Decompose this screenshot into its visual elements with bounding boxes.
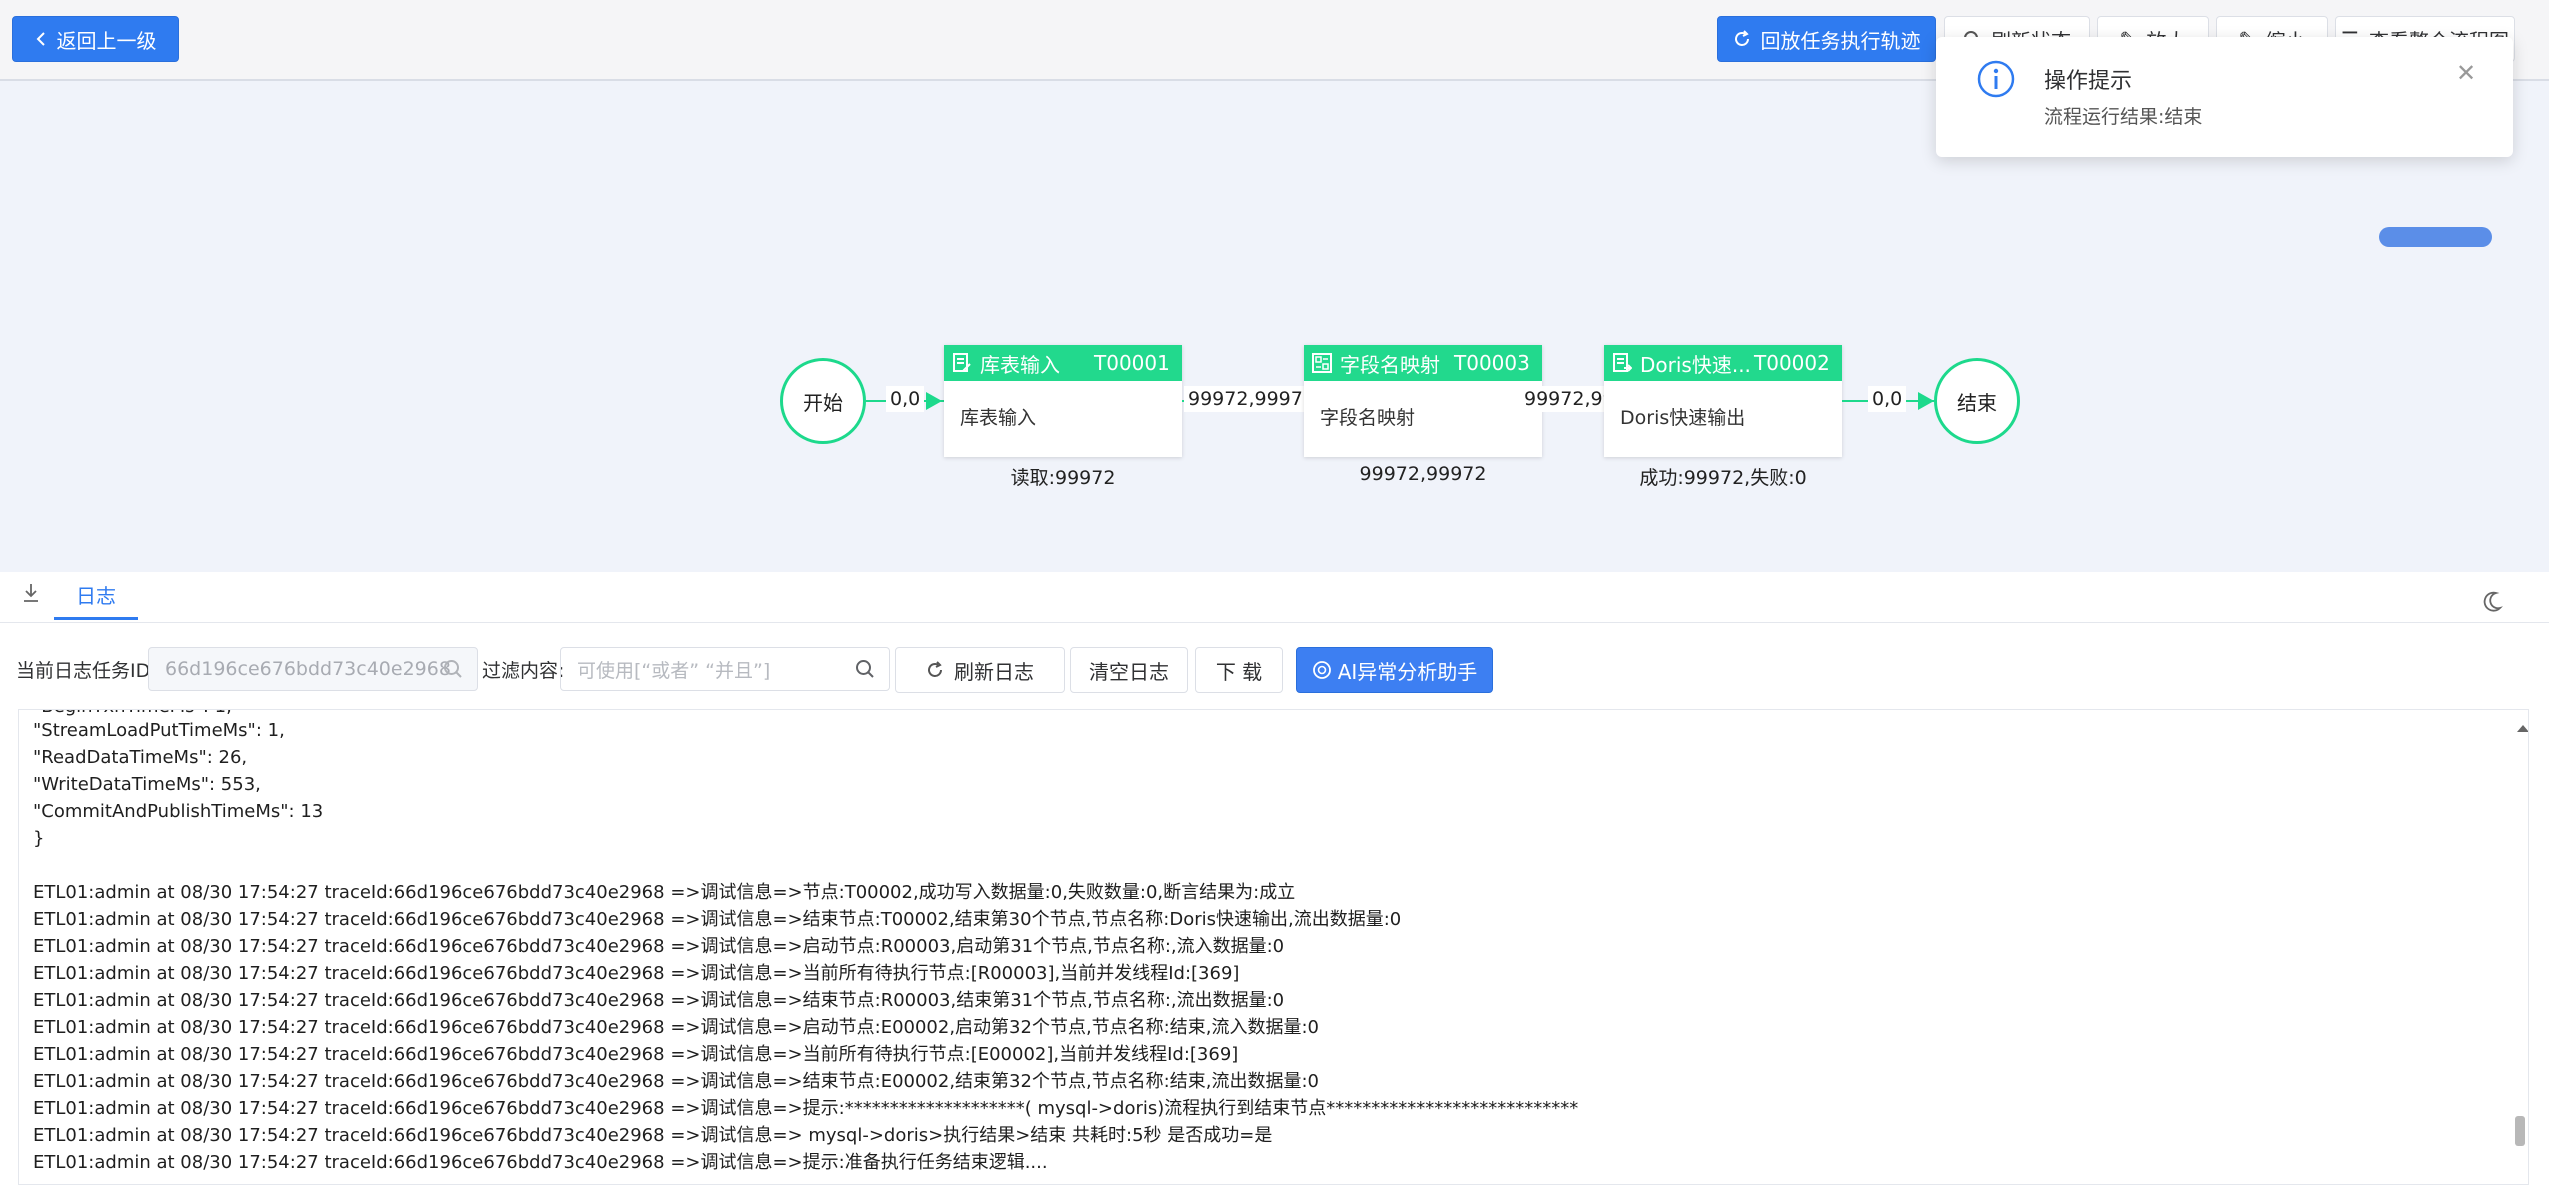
task-node-body: 字段名映射: [1320, 407, 1416, 429]
log-line: ETL01:admin at 08/30 17:54:27 traceId:66…: [33, 990, 1285, 1011]
document-output-icon: [1612, 352, 1632, 374]
log-line: "CommitAndPublishTimeMs": 13: [33, 801, 324, 822]
task-node-t00001[interactable]: 库表输入 T00001 库表输入: [944, 345, 1182, 457]
canvas-mini-badge: [2379, 227, 2492, 247]
end-node[interactable]: 结束: [1934, 358, 2020, 444]
task-node-stat: 99972,99972: [1359, 463, 1487, 485]
log-line: "WriteDataTimeMs": 553,: [33, 774, 261, 795]
search-icon: [443, 659, 463, 684]
download-log-label: 下 载: [1215, 659, 1263, 684]
start-node[interactable]: 开始: [780, 358, 866, 444]
mapping-icon: [1312, 353, 1332, 373]
task-node-header: 库表输入 T00001: [944, 345, 1182, 381]
task-node-header: Doris快速... T00002: [1604, 345, 1842, 381]
task-node-body: Doris快速输出: [1620, 407, 1746, 429]
clear-log-label: 清空日志: [1089, 659, 1169, 684]
log-output[interactable]: "BeginTxnTimeMs": 1, "StreamLoadPutTimeM…: [18, 709, 2529, 1185]
filter-input[interactable]: 可使用[“或者” “并且”]: [560, 647, 890, 691]
ai-analysis-label: AI异常分析助手: [1337, 659, 1478, 684]
document-edit-icon: [952, 352, 972, 374]
notification-toast: 操作提示 流程运行结果:结束 ✕: [1936, 37, 2513, 157]
task-node-stat: 成功:99972,失败:0: [1639, 467, 1807, 489]
log-line: "ReadDataTimeMs": 26,: [33, 747, 248, 768]
panel-tabs: 日志: [0, 572, 2549, 623]
log-line: ETL01:admin at 08/30 17:54:27 traceId:66…: [33, 1017, 1319, 1038]
task-node-name: 库表输入: [980, 352, 1060, 377]
filter-placeholder: 可使用[“或者” “并且”]: [577, 659, 771, 682]
edge-label: 99972,99972: [1184, 386, 1319, 412]
arrow-right-icon: [926, 392, 942, 410]
log-line: ETL01:admin at 08/30 17:54:27 traceId:66…: [33, 1125, 1273, 1146]
back-button-label: 返回上一级: [56, 28, 157, 53]
notification-message: 流程运行结果:结束: [2044, 106, 2203, 128]
log-line: ETL01:admin at 08/30 17:54:27 traceId:66…: [33, 882, 1296, 903]
search-icon[interactable]: [855, 659, 875, 684]
back-button[interactable]: 返回上一级: [12, 16, 179, 62]
log-line: ETL01:admin at 08/30 17:54:27 traceId:66…: [33, 1152, 1048, 1173]
scrollbar-thumb[interactable]: [2515, 1116, 2525, 1146]
task-node-header: 字段名映射 T00003: [1304, 345, 1542, 381]
refresh-icon: [1733, 30, 1751, 48]
refresh-log-label: 刷新日志: [954, 659, 1034, 684]
close-icon[interactable]: ✕: [2456, 59, 2476, 87]
tab-log[interactable]: 日志: [54, 572, 138, 620]
info-icon: [1976, 59, 2016, 103]
moon-icon[interactable]: [2483, 590, 2507, 618]
task-node-t00003[interactable]: 字段名映射 T00003 字段名映射: [1304, 345, 1542, 457]
download-icon[interactable]: [22, 582, 40, 608]
log-line: ETL01:admin at 08/30 17:54:27 traceId:66…: [33, 1044, 1239, 1065]
task-node-body: 库表输入: [960, 407, 1037, 429]
download-log-button[interactable]: 下 载: [1195, 647, 1283, 693]
log-line: ETL01:admin at 08/30 17:54:27 traceId:66…: [33, 1098, 1579, 1119]
task-node-t00002[interactable]: Doris快速... T00002 Doris快速输出: [1604, 345, 1842, 457]
replay-trace-button[interactable]: 回放任务执行轨迹: [1717, 16, 1936, 62]
task-node-id: T00002: [1754, 351, 1830, 375]
task-node-stat: 读取:99972: [1010, 467, 1116, 489]
clear-log-button[interactable]: 清空日志: [1070, 647, 1188, 693]
edge-label: 0,0: [1868, 386, 1907, 412]
log-line: "StreamLoadPutTimeMs": 1,: [33, 720, 285, 741]
task-node-name: 字段名映射: [1340, 352, 1440, 377]
task-id-value: 66d196ce676bdd73c40e2968: [165, 658, 451, 680]
notification-title: 操作提示: [2044, 69, 2133, 94]
filter-label: 过滤内容:: [482, 660, 565, 682]
replay-trace-label: 回放任务执行轨迹: [1760, 28, 1921, 53]
task-id-label: 当前日志任务ID:: [16, 660, 157, 682]
log-line: ETL01:admin at 08/30 17:54:27 traceId:66…: [33, 936, 1285, 957]
arrow-right-icon: [1918, 392, 1934, 410]
task-node-id: T00001: [1094, 351, 1170, 375]
ai-analysis-button[interactable]: AI异常分析助手: [1296, 647, 1493, 693]
refresh-log-button[interactable]: 刷新日志: [895, 647, 1065, 693]
edge-label: 0,0: [886, 386, 925, 412]
ai-logo-icon: [1312, 660, 1332, 680]
end-node-label: 结束: [1957, 390, 1997, 415]
log-line: ETL01:admin at 08/30 17:54:27 traceId:66…: [33, 963, 1240, 984]
log-line: }: [33, 828, 45, 849]
task-id-input: 66d196ce676bdd73c40e2968: [148, 647, 478, 691]
scroll-up-icon[interactable]: [2516, 718, 2528, 737]
start-node-label: 开始: [803, 390, 843, 415]
task-node-name: Doris快速...: [1640, 352, 1750, 377]
refresh-icon: [926, 661, 944, 679]
log-panel: 日志 当前日志任务ID: 66d196ce676bdd73c40e2968 过滤…: [0, 572, 2549, 1203]
chevron-left-icon: [35, 31, 47, 47]
log-line: ETL01:admin at 08/30 17:54:27 traceId:66…: [33, 909, 1402, 930]
task-node-id: T00003: [1454, 351, 1530, 375]
log-line: ETL01:admin at 08/30 17:54:27 traceId:66…: [33, 1071, 1319, 1092]
